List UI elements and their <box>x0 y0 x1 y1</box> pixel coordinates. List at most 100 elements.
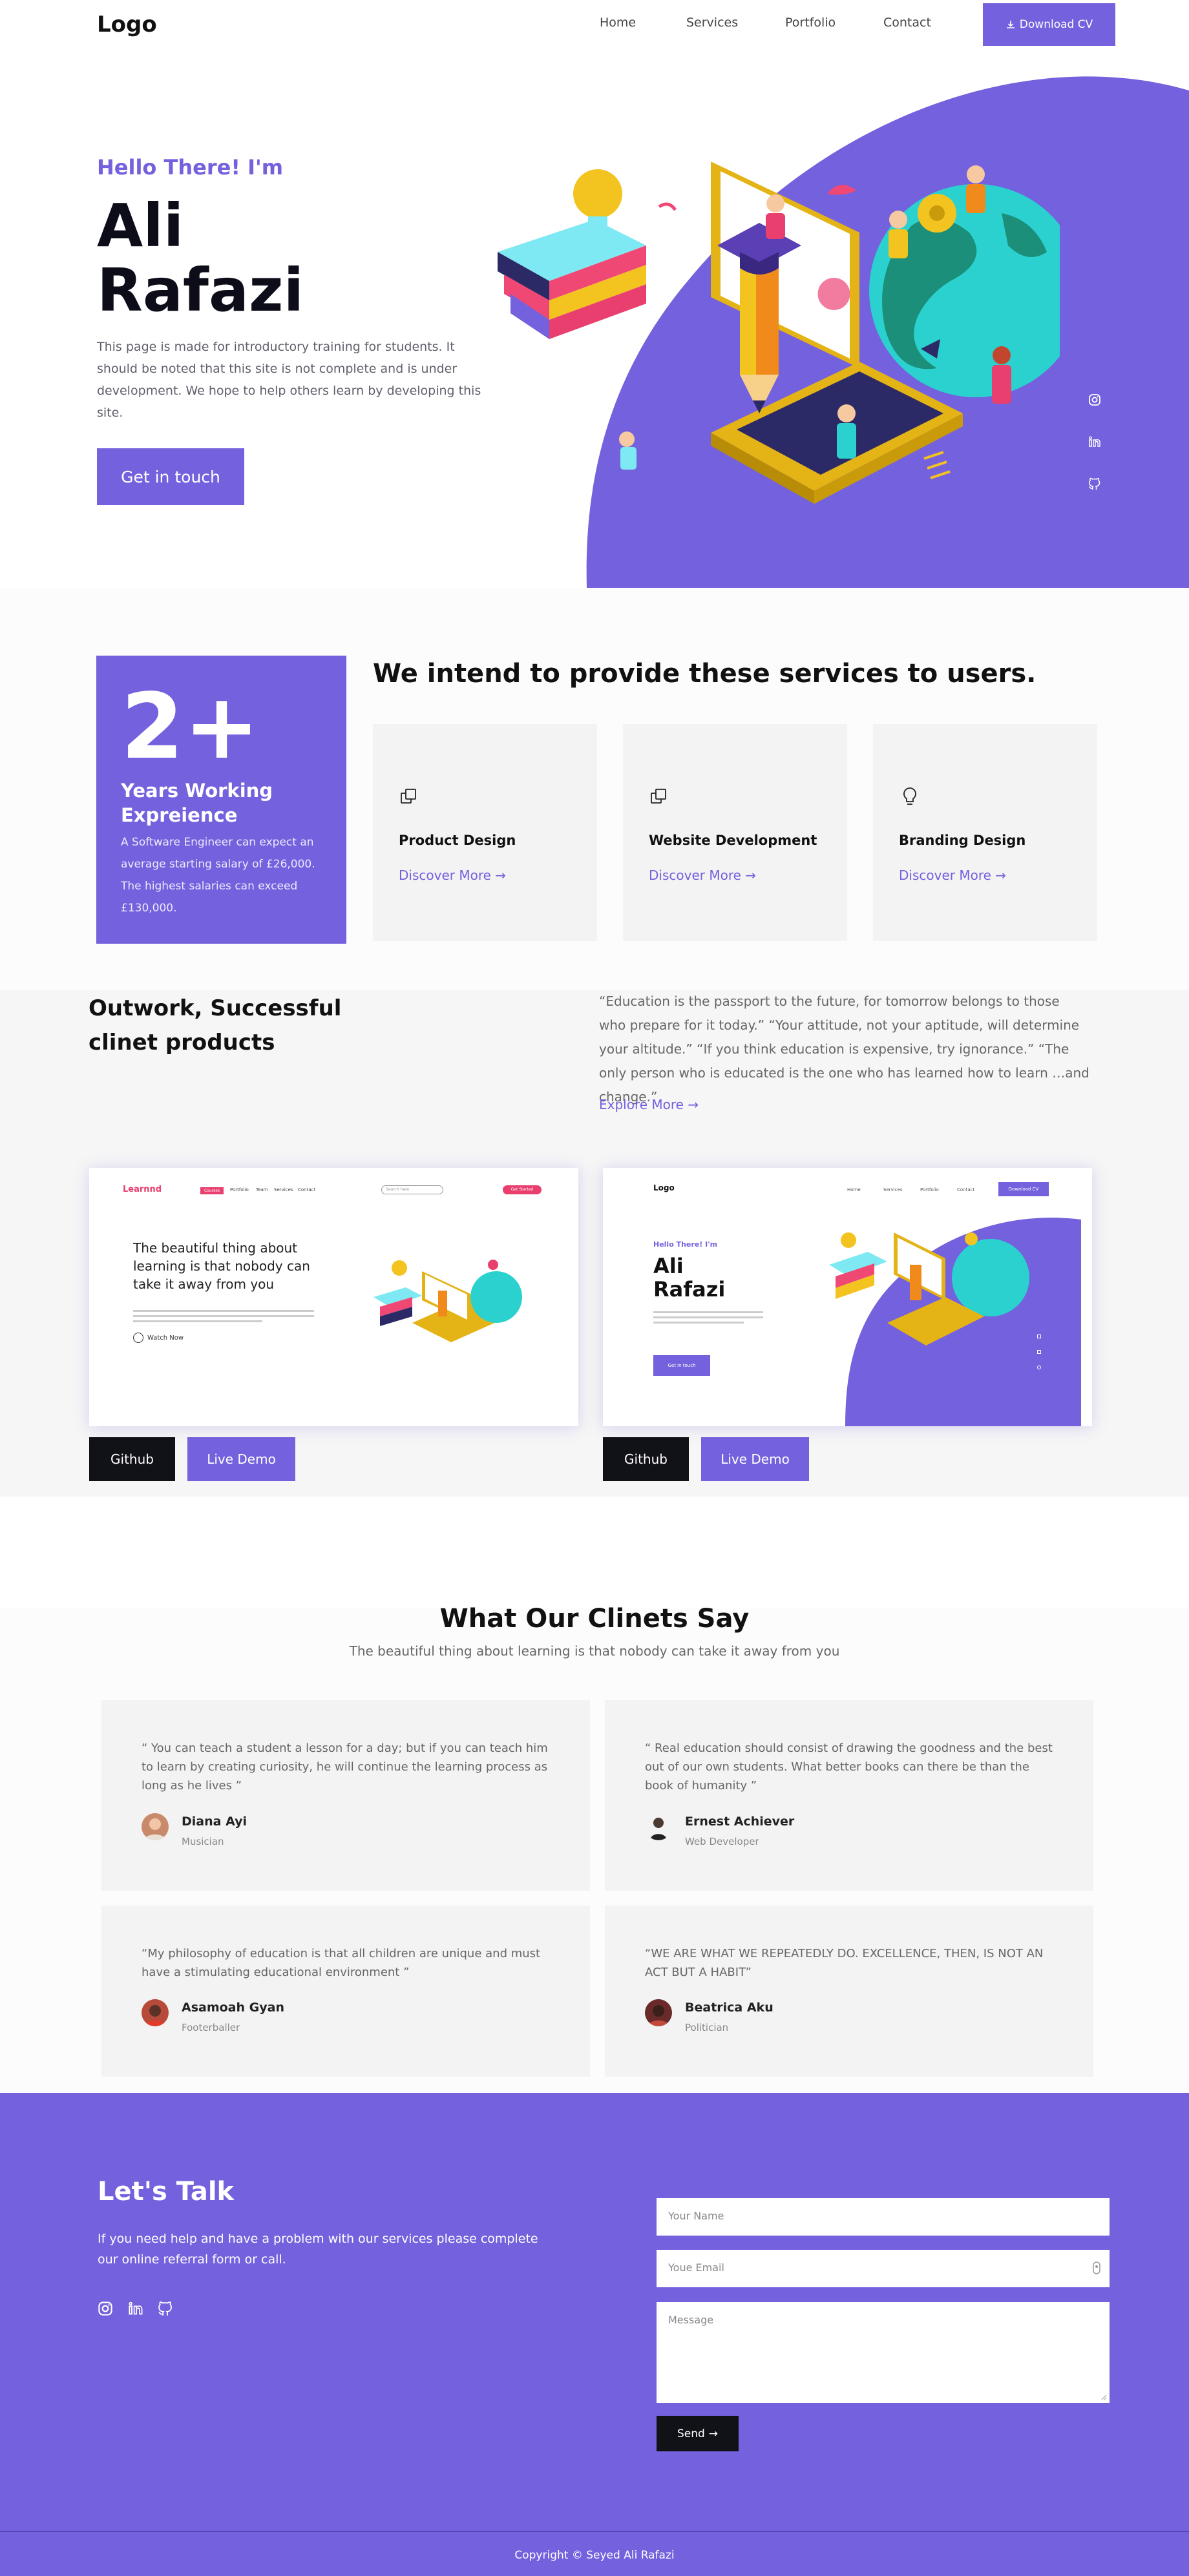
hero-description: This page is made for introductory train… <box>97 340 481 420</box>
hero-last-name: Rafazi <box>97 256 304 325</box>
hero-name: Ali Rafazi <box>97 194 304 323</box>
mini-nav-item: Contact <box>298 1187 316 1192</box>
service-title: Product Design <box>399 833 516 848</box>
discover-more-link[interactable]: Discover More → <box>399 867 506 883</box>
mini-illustration <box>374 1260 522 1342</box>
hero-illustration <box>498 161 1060 504</box>
testimonial-quote: “WE ARE WHAT WE REPEATEDLY DO. EXCELLENC… <box>645 1947 1044 1979</box>
email-field[interactable]: Youe Email <box>657 2250 1110 2287</box>
resize-handle-icon[interactable] <box>1100 2394 1107 2400</box>
mini-logo: Learnnd <box>123 1185 162 1194</box>
mini-nav-item: Portfolio <box>920 1187 939 1192</box>
avatar <box>645 1999 672 2026</box>
arrow-right-icon: → <box>688 1097 699 1112</box>
portfolio-title: Outwork, Successful clinet products <box>89 995 342 1055</box>
layers-icon <box>649 785 671 807</box>
mini-linkedin-icon <box>1037 1350 1041 1354</box>
instagram-icon[interactable] <box>1086 391 1104 409</box>
avatar <box>142 1999 169 2026</box>
testimonial-card: “ You can teach a student a lesson for a… <box>101 1700 590 1891</box>
discover-more-link[interactable]: Discover More → <box>899 867 1006 883</box>
mini-watch-now: Watch Now <box>133 1333 184 1343</box>
nav-contact[interactable]: Contact <box>883 16 931 30</box>
arrow-right-icon: → <box>745 867 757 883</box>
mini-name: Ali Rafazi <box>653 1254 726 1302</box>
service-card-website-development[interactable]: Website Development Discover More → <box>623 724 847 941</box>
mini-nav-item: Home <box>847 1187 861 1192</box>
download-cv-label: Download CV <box>1019 18 1093 31</box>
service-title: Website Development <box>649 833 817 848</box>
download-cv-button[interactable]: Download CV <box>983 3 1115 46</box>
testimonial-name: Asamoah Gyan <box>182 2000 284 2015</box>
mini-logo: Logo <box>653 1183 675 1192</box>
mini-nav-item: Contact <box>957 1187 975 1192</box>
testimonials-subheading: The beautiful thing about learning is th… <box>349 1643 840 1659</box>
testimonial-name: Ernest Achiever <box>685 1814 795 1829</box>
mini-nav-item: Team <box>256 1187 268 1192</box>
logo[interactable]: Logo <box>97 12 157 37</box>
experience-title: Years Working Expreience <box>121 780 273 826</box>
testimonial-quote: “ Real education should consist of drawi… <box>645 1741 1053 1792</box>
lightbulb-icon <box>899 785 921 807</box>
discover-more-link[interactable]: Discover More → <box>649 867 756 883</box>
nav-portfolio[interactable]: Portfolio <box>785 16 836 30</box>
mini-instagram-icon <box>1037 1335 1041 1338</box>
arrow-right-icon: → <box>495 867 507 883</box>
testimonial-role: Web Developer <box>685 1836 759 1847</box>
nav-home[interactable]: Home <box>600 16 636 30</box>
github-icon[interactable] <box>1086 475 1104 493</box>
layers-icon <box>399 785 421 807</box>
mini-text-line <box>653 1311 763 1313</box>
mini-nav-item: Portfolio <box>230 1187 249 1192</box>
avatar <box>142 1813 169 1840</box>
mini-cta: Get in touch <box>653 1355 710 1376</box>
services-heading: We intend to provide these services to u… <box>373 659 1036 689</box>
testimonial-card: “My philosophy of education is that all … <box>101 1906 590 2077</box>
project-screenshot-portfolio[interactable]: Logo Home Services Portfolio Contact Dow… <box>603 1168 1092 1426</box>
testimonial-name: Beatrica Aku <box>685 2000 773 2015</box>
explore-more-link[interactable]: Explore More → <box>599 1097 699 1112</box>
testimonial-role: Politician <box>685 2022 729 2033</box>
project-screenshot-learnnd[interactable]: Learnnd Courses Portfolio Team Services … <box>89 1168 578 1426</box>
download-icon <box>1005 19 1016 30</box>
experience-card: 2+ Years Working Expreience A Software E… <box>96 656 346 944</box>
avatar <box>645 1813 672 1840</box>
mini-greeting: Hello There! I'm <box>653 1240 718 1249</box>
service-title: Branding Design <box>899 833 1026 848</box>
testimonial-quote: “My philosophy of education is that all … <box>142 1947 541 1979</box>
message-field[interactable]: Message <box>657 2302 1110 2403</box>
send-button[interactable]: Send → <box>657 2416 739 2451</box>
mini-text-line <box>653 1322 744 1324</box>
footer-divider <box>0 2531 1189 2532</box>
mini-cta: Get Started <box>503 1185 542 1194</box>
contact-text: If you need help and have a problem with… <box>98 2232 538 2267</box>
mini-text-line <box>133 1315 314 1317</box>
mini-nav-item: Courses <box>200 1187 224 1194</box>
name-field[interactable]: Your Name <box>657 2198 1110 2236</box>
service-card-product-design[interactable]: Product Design Discover More → <box>373 724 597 941</box>
hero-first-name: Ali <box>97 191 184 260</box>
linkedin-icon[interactable] <box>128 2301 143 2316</box>
mini-text-line <box>133 1310 314 1312</box>
mini-download: Download CV <box>998 1182 1049 1196</box>
github-icon[interactable] <box>158 2301 173 2316</box>
arrow-right-icon: → <box>995 867 1007 883</box>
arrow-right-icon: → <box>708 2427 719 2440</box>
live-demo-button[interactable]: Live Demo <box>187 1437 295 1481</box>
github-button[interactable]: Github <box>89 1437 175 1481</box>
password-manager-icon[interactable] <box>1091 2260 1102 2276</box>
testimonials-heading: What Our Clinets Say <box>439 1604 750 1634</box>
experience-number: 2+ <box>121 674 260 780</box>
get-in-touch-button[interactable]: Get in touch <box>97 448 244 505</box>
linkedin-icon[interactable] <box>1086 433 1104 451</box>
mini-text-line <box>653 1316 763 1318</box>
testimonial-name: Diana Ayi <box>182 1814 247 1829</box>
github-button[interactable]: Github <box>603 1437 689 1481</box>
live-demo-button[interactable]: Live Demo <box>701 1437 809 1481</box>
instagram-icon[interactable] <box>98 2301 113 2316</box>
testimonial-role: Footerballer <box>182 2022 240 2033</box>
service-card-branding-design[interactable]: Branding Design Discover More → <box>873 724 1097 941</box>
testimonial-card: “WE ARE WHAT WE REPEATEDLY DO. EXCELLENC… <box>605 1906 1093 2077</box>
portfolio-quote: “Education is the passport to the future… <box>599 993 1089 1105</box>
nav-services[interactable]: Services <box>686 16 738 30</box>
